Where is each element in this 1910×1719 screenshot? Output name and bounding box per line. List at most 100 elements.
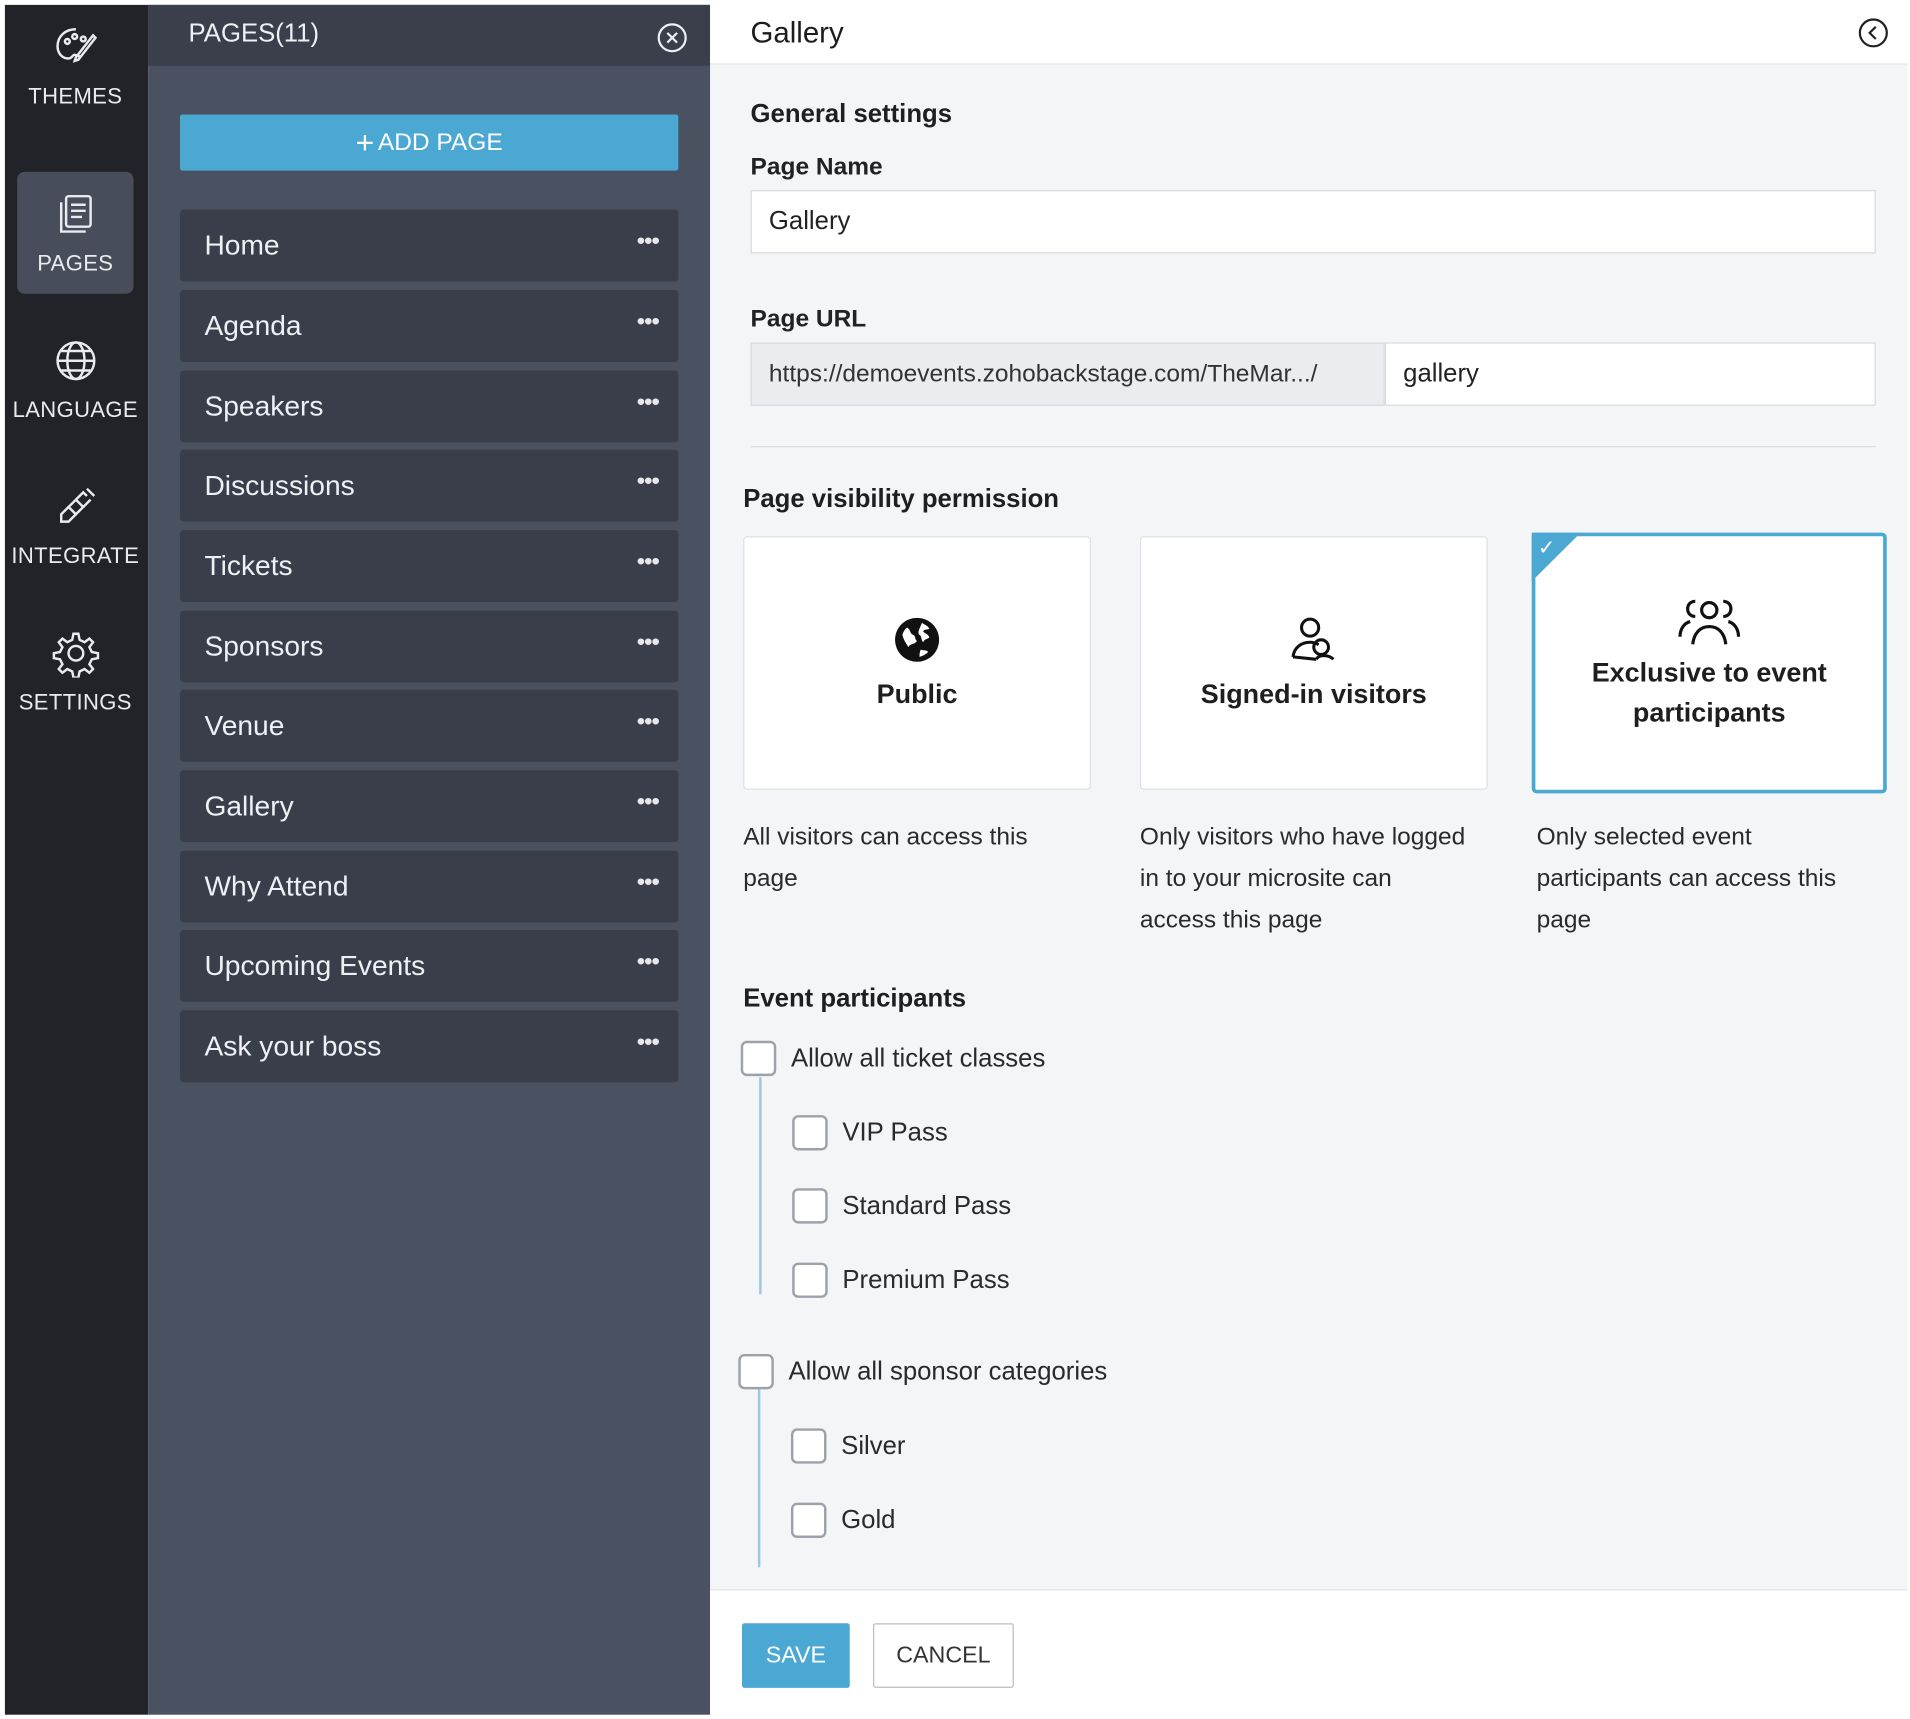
sponsor-silver-checkbox[interactable]: Silver: [790, 1428, 906, 1464]
checkbox[interactable]: [790, 1502, 827, 1538]
page-name-label: Page Name: [750, 153, 883, 181]
general-settings-title: General settings: [750, 99, 953, 128]
page-item-tickets[interactable]: Tickets •••: [179, 530, 679, 603]
page-item-label: Tickets: [204, 549, 293, 582]
page-item-speakers[interactable]: Speakers •••: [179, 370, 679, 443]
rail-item-themes[interactable]: THEMES: [17, 5, 133, 127]
checkbox-label: Premium Pass: [842, 1265, 1010, 1294]
checkbox[interactable]: [738, 1353, 774, 1390]
checkbox-label: VIP Pass: [842, 1118, 948, 1147]
allow-all-ticket-classes-checkbox[interactable]: Allow all ticket classes: [740, 1040, 1046, 1077]
page-item-sponsors[interactable]: Sponsors •••: [179, 610, 679, 683]
chevron-left-circle-icon[interactable]: [1857, 17, 1889, 49]
visibility-title: Page visibility permission: [743, 485, 1060, 514]
more-options-icon[interactable]: •••: [637, 869, 660, 897]
check-icon: ✓: [1537, 536, 1556, 560]
checkbox[interactable]: [792, 1188, 828, 1224]
tree-connector: [757, 1389, 761, 1568]
more-options-icon[interactable]: •••: [637, 788, 660, 816]
save-button[interactable]: SAVE: [741, 1623, 850, 1688]
visibility-option-exclusive[interactable]: ✓ Exclusive to event participants: [1531, 532, 1887, 794]
page-item-home[interactable]: Home •••: [179, 209, 679, 282]
rail-label-integrate: INTEGRATE: [11, 542, 140, 568]
page-url-prefix-text: https://demoevents.zohobackstage.com/The…: [768, 360, 1318, 387]
page-name-field[interactable]: Gallery: [750, 190, 1876, 254]
rail-item-language[interactable]: LANGUAGE: [13, 318, 138, 440]
page-item-label: Upcoming Events: [204, 949, 426, 982]
checkbox-label: Gold: [841, 1505, 896, 1534]
plus-icon: +: [355, 124, 375, 161]
more-options-icon[interactable]: •••: [637, 228, 660, 256]
globe-icon: [55, 340, 95, 380]
rail-label-pages: PAGES: [37, 250, 114, 275]
page-item-label: Agenda: [204, 309, 302, 342]
checkbox-label: Silver: [841, 1431, 906, 1460]
group-icon: [1678, 599, 1741, 645]
page-item-upcoming-events[interactable]: Upcoming Events •••: [179, 929, 679, 1002]
checkbox[interactable]: [740, 1040, 777, 1077]
more-options-icon[interactable]: •••: [637, 389, 660, 417]
page-item-ask-your-boss[interactable]: Ask your boss •••: [179, 1010, 679, 1083]
page-item-label: Venue: [204, 709, 285, 741]
gear-icon: [52, 631, 99, 677]
ticket-premium-pass-checkbox[interactable]: Premium Pass: [792, 1262, 1010, 1298]
visibility-option-description: Only selected event participants can acc…: [1536, 823, 1837, 934]
page-item-discussions[interactable]: Discussions •••: [179, 449, 679, 522]
pages-panel-header: PAGES(11): [148, 4, 711, 66]
rail-item-pages[interactable]: PAGES: [17, 171, 134, 294]
page-url-prefix: https://demoevents.zohobackstage.com/The…: [750, 342, 1385, 406]
ticket-vip-pass-checkbox[interactable]: VIP Pass: [792, 1115, 948, 1151]
add-page-label: ADD PAGE: [377, 128, 503, 156]
visibility-option-label: Exclusive to event participants: [1591, 656, 1827, 728]
divider: [750, 446, 1876, 448]
page-editor: Gallery General settings Page Name Galle…: [710, 4, 1908, 1715]
event-participants-title: Event participants: [743, 984, 967, 1013]
signed-in-user-icon: [1291, 616, 1335, 661]
page-item-label: Speakers: [204, 389, 324, 422]
cancel-button[interactable]: CANCEL: [872, 1623, 1014, 1688]
visibility-option-signed-in[interactable]: Signed-in visitors: [1139, 536, 1488, 790]
checkbox[interactable]: [790, 1428, 827, 1464]
rail-item-settings[interactable]: SETTINGS: [17, 611, 133, 733]
close-icon[interactable]: [656, 22, 688, 54]
left-rail: THEMES PAGES LANGUAGE INTEGRATE SETTINGS: [4, 4, 149, 1715]
more-options-icon[interactable]: •••: [637, 629, 660, 657]
more-options-icon[interactable]: •••: [637, 468, 660, 496]
page-item-agenda[interactable]: Agenda •••: [179, 290, 679, 362]
page-item-venue[interactable]: Venue •••: [179, 689, 679, 762]
more-options-icon[interactable]: •••: [637, 1029, 660, 1057]
more-options-icon[interactable]: •••: [637, 548, 660, 576]
more-options-icon[interactable]: •••: [637, 948, 660, 976]
page-item-label: Why Attend: [204, 870, 349, 902]
rail-item-integrate[interactable]: INTEGRATE: [11, 464, 139, 586]
add-page-button[interactable]: + ADD PAGE: [179, 114, 679, 171]
checkbox-label: Allow all ticket classes: [790, 1043, 1046, 1072]
rail-label-settings: SETTINGS: [18, 689, 132, 714]
pages-panel-title: PAGES(11): [188, 19, 320, 48]
allow-all-sponsor-categories-checkbox[interactable]: Allow all sponsor categories: [738, 1353, 1108, 1390]
page-item-label: Home: [204, 229, 280, 261]
visibility-option-label: Public: [876, 678, 958, 709]
visibility-option-public[interactable]: Public: [743, 536, 1091, 790]
page-url-label: Page URL: [750, 305, 867, 333]
visibility-option-description: All visitors can access this page: [743, 823, 1028, 893]
page-item-label: Discussions: [204, 469, 355, 501]
checkbox[interactable]: [792, 1262, 828, 1298]
tree-connector: [759, 1077, 762, 1295]
sponsor-gold-checkbox[interactable]: Gold: [790, 1502, 896, 1538]
palette-icon: [55, 27, 97, 63]
page-url-slug-value: gallery: [1403, 359, 1479, 388]
visibility-option-description: Only visitors who have logged in to your…: [1139, 823, 1466, 934]
page-item-label: Gallery: [204, 789, 294, 822]
visibility-option-label: Signed-in visitors: [1200, 678, 1427, 709]
checkbox[interactable]: [792, 1115, 828, 1151]
globe-filled-icon: [895, 617, 940, 662]
checkbox-label: Allow all sponsor categories: [788, 1357, 1108, 1386]
ticket-standard-pass-checkbox[interactable]: Standard Pass: [792, 1188, 1011, 1224]
more-options-icon[interactable]: •••: [637, 308, 660, 336]
page-item-why-attend[interactable]: Why Attend •••: [179, 850, 679, 923]
page-item-gallery[interactable]: Gallery •••: [179, 770, 679, 843]
page-url-slug-field[interactable]: gallery: [1384, 342, 1876, 406]
more-options-icon[interactable]: •••: [637, 708, 660, 736]
rail-label-themes: THEMES: [28, 83, 123, 108]
